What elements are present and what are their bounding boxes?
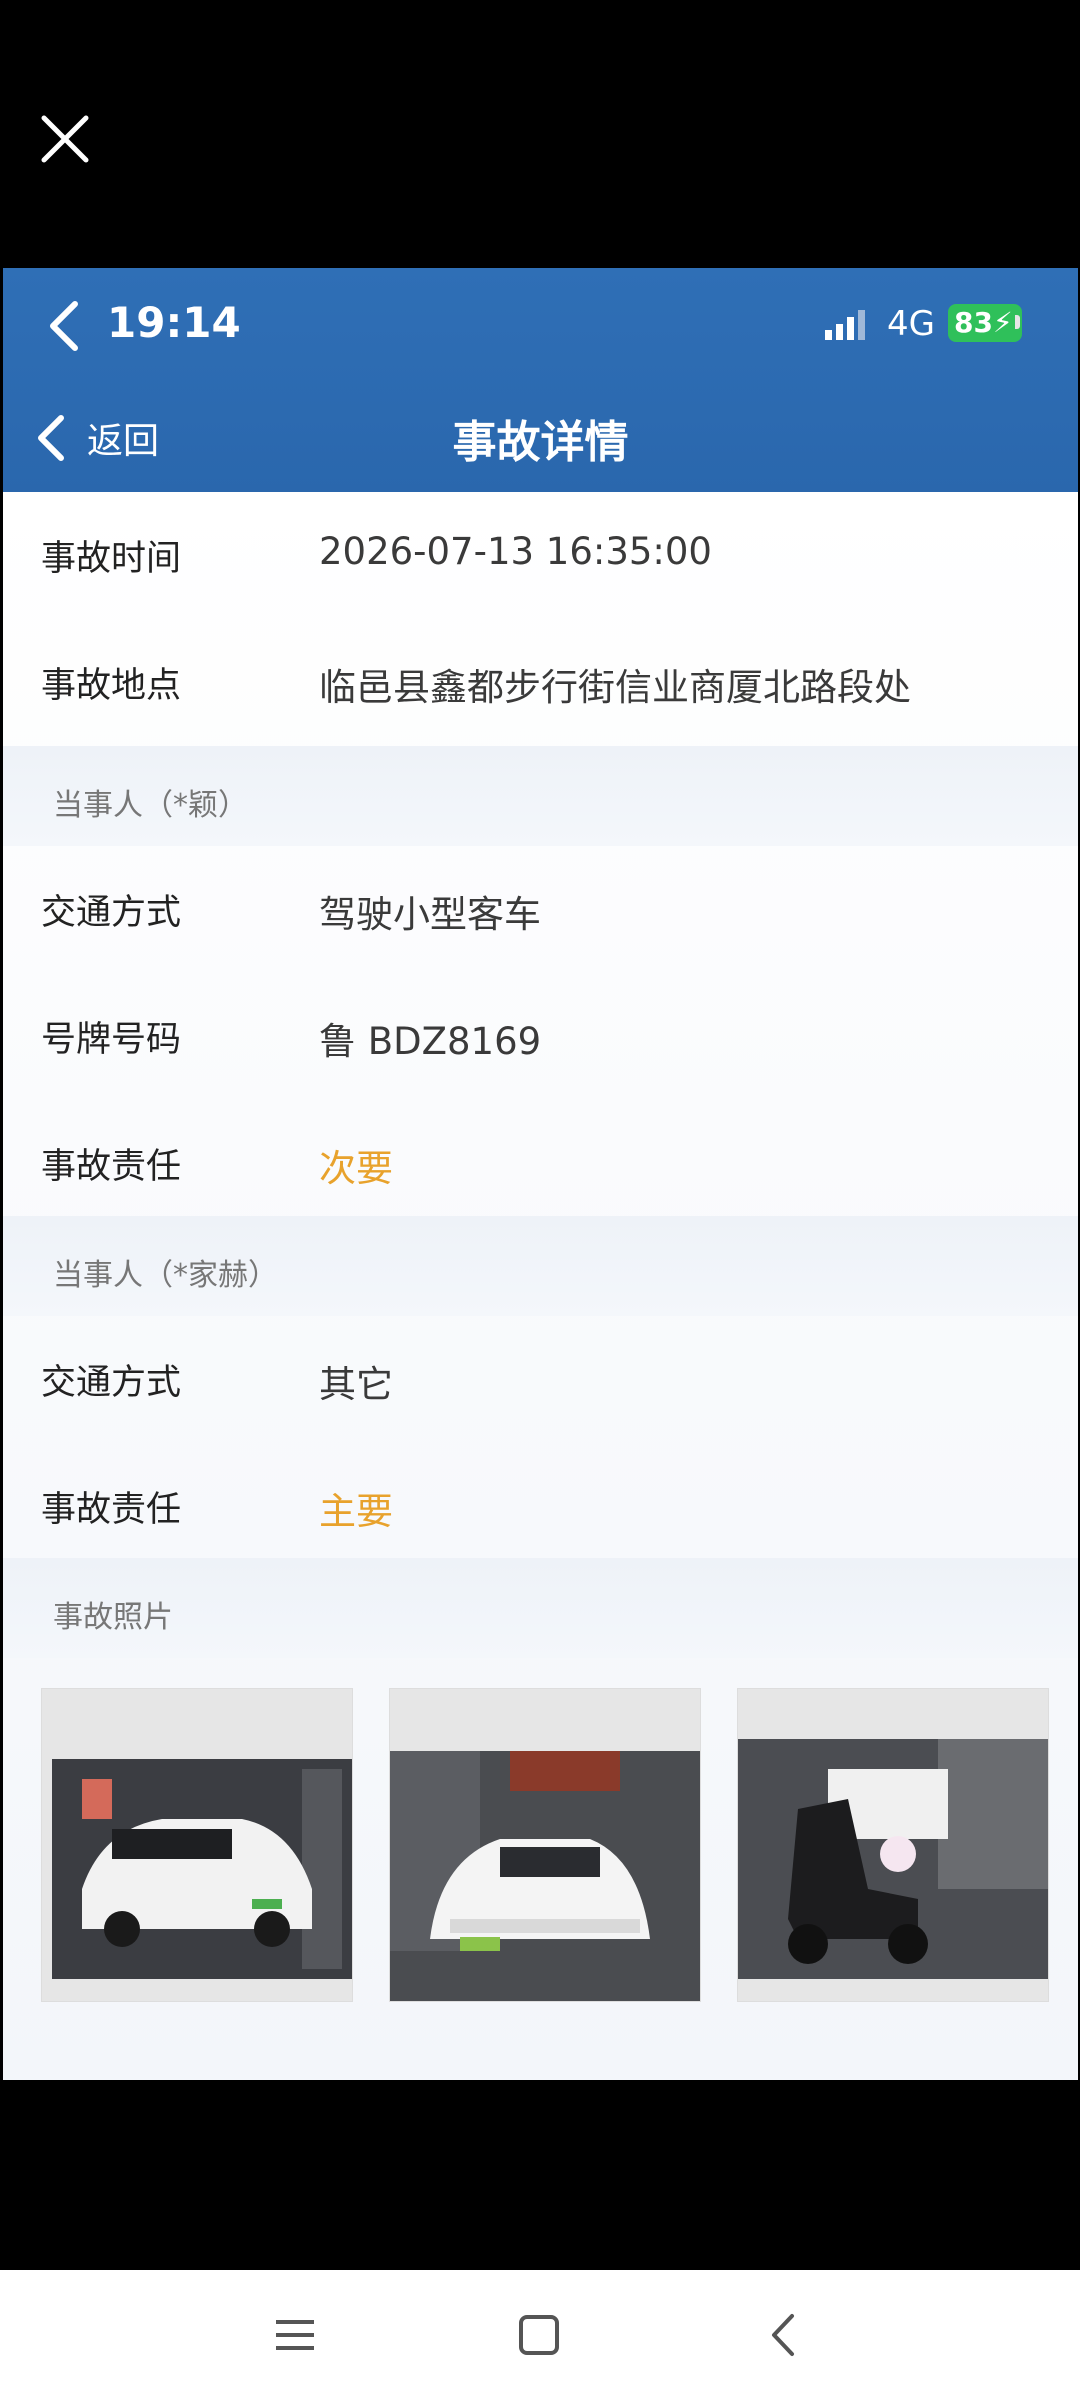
- accident-place-label: 事故地点: [41, 666, 182, 706]
- party-2-mode-label: 交通方式: [41, 1363, 182, 1403]
- battery-indicator: 83⚡: [948, 304, 1022, 342]
- party-1-responsibility-label: 事故责任: [41, 1147, 182, 1187]
- accident-place-row: 事故地点 临邑县鑫都步行街信业商厦北路段处: [3, 619, 1078, 746]
- car-photo-icon: [42, 1689, 352, 2001]
- accident-photo-1[interactable]: [41, 1688, 353, 2002]
- party-2-mode-row: 交通方式 其它: [3, 1316, 1078, 1443]
- party-1-section: 当事人（*颖）: [3, 746, 1078, 846]
- accident-photo-2[interactable]: [389, 1688, 701, 2002]
- status-back-icon[interactable]: [45, 298, 85, 354]
- party-1-plate-row: 号牌号码 鲁 BDZ8169: [3, 973, 1078, 1100]
- app-header: 19:14 4G 83⚡ 返回 事故详情: [3, 268, 1078, 492]
- menu-icon: [276, 2320, 314, 2350]
- accident-time-value: 2026-07-13 16:35:00: [319, 530, 712, 573]
- party-2-responsibility-label: 事故责任: [41, 1490, 182, 1530]
- page-title: 事故详情: [452, 417, 629, 468]
- party-1-responsibility-row: 事故责任 次要: [3, 1100, 1078, 1227]
- party-1-mode-row: 交通方式 驾驶小型客车: [3, 846, 1078, 973]
- detail-content: 事故时间 2026-07-13 16:35:00 事故地点 临邑县鑫都步行街信业…: [3, 492, 1078, 2080]
- photos-section: 事故照片: [3, 1558, 1078, 1658]
- accident-place-value: 临邑县鑫都步行街信业商厦北路段处: [319, 666, 911, 709]
- car-photo-icon: [390, 1689, 700, 2001]
- battery-tip: [1015, 315, 1020, 329]
- system-back-button[interactable]: [758, 2308, 812, 2362]
- system-navigation-bar: [0, 2270, 1080, 2400]
- party-2-responsibility-value: 主要: [319, 1490, 393, 1533]
- home-button[interactable]: [512, 2308, 566, 2362]
- party-2-mode-value: 其它: [319, 1363, 393, 1406]
- signal-icon: [825, 310, 865, 340]
- party-1-plate-label: 号牌号码: [41, 1020, 182, 1060]
- status-time: 19:14: [107, 298, 241, 347]
- photos-header: 事故照片: [53, 1600, 173, 1635]
- accident-photo-3[interactable]: [737, 1688, 1049, 2002]
- recent-apps-button[interactable]: [268, 2308, 322, 2362]
- party-2-section: 当事人（*家赫）: [3, 1216, 1078, 1316]
- scooter-photo-icon: [738, 1689, 1048, 2001]
- network-type: 4G: [887, 304, 935, 344]
- party-1-responsibility-value: 次要: [319, 1147, 393, 1190]
- charging-icon: ⚡: [992, 306, 1013, 339]
- close-icon: [41, 115, 89, 163]
- accident-time-row: 事故时间 2026-07-13 16:35:00: [3, 492, 1078, 619]
- party-1-mode-value: 驾驶小型客车: [319, 893, 541, 936]
- close-button[interactable]: [36, 110, 94, 168]
- party-1-header: 当事人（*颖）: [53, 788, 248, 823]
- party-1-mode-label: 交通方式: [41, 893, 182, 933]
- back-triangle-icon: [772, 2314, 794, 2356]
- party-2-responsibility-row: 事故责任 主要: [3, 1443, 1078, 1570]
- party-2-header: 当事人（*家赫）: [53, 1258, 278, 1293]
- home-square-icon: [519, 2315, 559, 2355]
- party-1-plate-value: 鲁 BDZ8169: [319, 1020, 542, 1063]
- accident-time-label: 事故时间: [41, 539, 182, 579]
- accident-detail-screenshot: 19:14 4G 83⚡ 返回 事故详情 事故时间 2026-07-13 16:…: [3, 268, 1078, 2080]
- battery-level: 83: [954, 306, 993, 339]
